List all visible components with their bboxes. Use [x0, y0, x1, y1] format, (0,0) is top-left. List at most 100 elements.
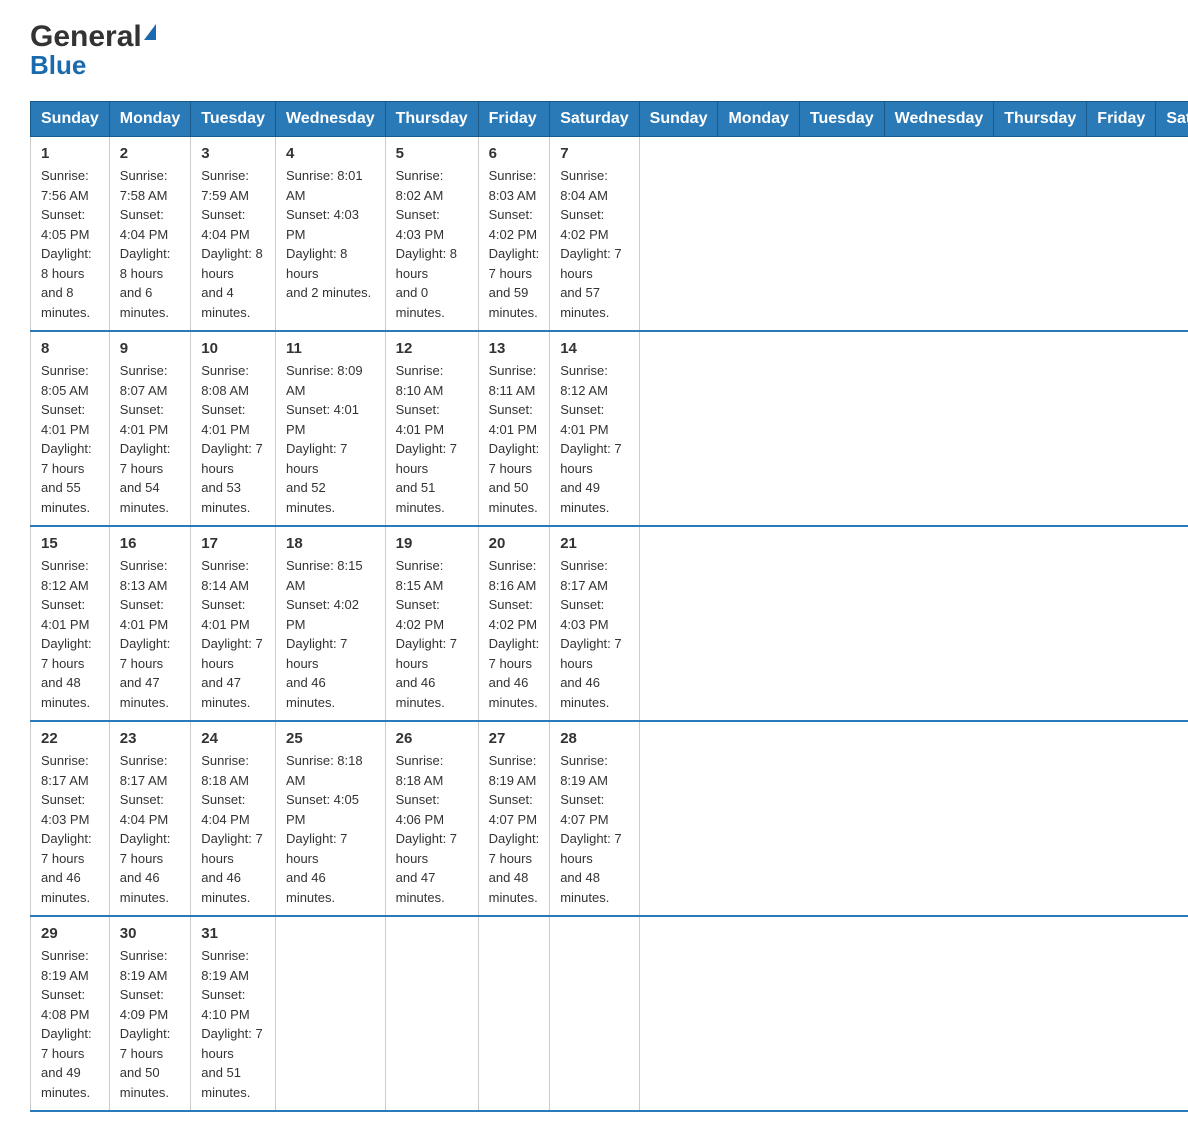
calendar-week-row: 29 Sunrise: 8:19 AMSunset: 4:08 PMDaylig…: [31, 916, 1188, 1111]
calendar-cell: 13 Sunrise: 8:11 AMSunset: 4:01 PMDaylig…: [478, 331, 550, 526]
day-info: Sunrise: 8:11 AMSunset: 4:01 PMDaylight:…: [489, 361, 540, 517]
calendar-week-row: 1 Sunrise: 7:56 AMSunset: 4:05 PMDayligh…: [31, 137, 1188, 332]
day-info: Sunrise: 7:58 AMSunset: 4:04 PMDaylight:…: [120, 166, 180, 322]
logo-blue-text: Blue: [30, 50, 86, 81]
day-info: Sunrise: 8:04 AMSunset: 4:02 PMDaylight:…: [560, 166, 628, 322]
day-info: Sunrise: 8:19 AMSunset: 4:10 PMDaylight:…: [201, 946, 265, 1102]
calendar-cell: 31 Sunrise: 8:19 AMSunset: 4:10 PMDaylig…: [191, 916, 276, 1111]
day-number: 12: [396, 340, 468, 357]
day-info: Sunrise: 8:03 AMSunset: 4:02 PMDaylight:…: [489, 166, 540, 322]
day-info: Sunrise: 8:12 AMSunset: 4:01 PMDaylight:…: [560, 361, 628, 517]
day-info: Sunrise: 7:56 AMSunset: 4:05 PMDaylight:…: [41, 166, 99, 322]
day-number: 15: [41, 535, 99, 552]
calendar-cell: 6 Sunrise: 8:03 AMSunset: 4:02 PMDayligh…: [478, 137, 550, 332]
page-header: General Blue: [30, 20, 1158, 81]
header-monday: Monday: [109, 102, 190, 137]
calendar-cell: 26 Sunrise: 8:18 AMSunset: 4:06 PMDaylig…: [385, 721, 478, 916]
calendar-week-row: 22 Sunrise: 8:17 AMSunset: 4:03 PMDaylig…: [31, 721, 1188, 916]
calendar-cell: 12 Sunrise: 8:10 AMSunset: 4:01 PMDaylig…: [385, 331, 478, 526]
calendar-cell: 7 Sunrise: 8:04 AMSunset: 4:02 PMDayligh…: [550, 137, 639, 332]
day-info: Sunrise: 8:15 AMSunset: 4:02 PMDaylight:…: [286, 556, 375, 712]
day-number: 17: [201, 535, 265, 552]
day-number: 14: [560, 340, 628, 357]
day-info: Sunrise: 8:10 AMSunset: 4:01 PMDaylight:…: [396, 361, 468, 517]
day-number: 7: [560, 145, 628, 162]
day-info: Sunrise: 8:05 AMSunset: 4:01 PMDaylight:…: [41, 361, 99, 517]
calendar-cell: 17 Sunrise: 8:14 AMSunset: 4:01 PMDaylig…: [191, 526, 276, 721]
day-number: 20: [489, 535, 540, 552]
day-number: 8: [41, 340, 99, 357]
day-number: 29: [41, 925, 99, 942]
calendar-cell: 21 Sunrise: 8:17 AMSunset: 4:03 PMDaylig…: [550, 526, 639, 721]
day-info: Sunrise: 8:18 AMSunset: 4:05 PMDaylight:…: [286, 751, 375, 907]
day-number: 10: [201, 340, 265, 357]
calendar-cell: 3 Sunrise: 7:59 AMSunset: 4:04 PMDayligh…: [191, 137, 276, 332]
day-info: Sunrise: 8:19 AMSunset: 4:07 PMDaylight:…: [560, 751, 628, 907]
day-info: Sunrise: 8:13 AMSunset: 4:01 PMDaylight:…: [120, 556, 180, 712]
day-info: Sunrise: 8:14 AMSunset: 4:01 PMDaylight:…: [201, 556, 265, 712]
day-info: Sunrise: 8:16 AMSunset: 4:02 PMDaylight:…: [489, 556, 540, 712]
calendar-cell: 14 Sunrise: 8:12 AMSunset: 4:01 PMDaylig…: [550, 331, 639, 526]
day-info: Sunrise: 8:19 AMSunset: 4:08 PMDaylight:…: [41, 946, 99, 1102]
day-number: 5: [396, 145, 468, 162]
calendar-table: SundayMondayTuesdayWednesdayThursdayFrid…: [30, 101, 1188, 1112]
calendar-cell: [275, 916, 385, 1111]
header-friday: Friday: [1087, 102, 1156, 137]
day-number: 28: [560, 730, 628, 747]
day-number: 2: [120, 145, 180, 162]
calendar-cell: 11 Sunrise: 8:09 AMSunset: 4:01 PMDaylig…: [275, 331, 385, 526]
day-number: 1: [41, 145, 99, 162]
day-number: 27: [489, 730, 540, 747]
logo-general-text: General: [30, 20, 156, 54]
day-info: Sunrise: 7:59 AMSunset: 4:04 PMDaylight:…: [201, 166, 265, 322]
day-info: Sunrise: 8:17 AMSunset: 4:03 PMDaylight:…: [41, 751, 99, 907]
calendar-cell: 2 Sunrise: 7:58 AMSunset: 4:04 PMDayligh…: [109, 137, 190, 332]
day-number: 3: [201, 145, 265, 162]
calendar-week-row: 15 Sunrise: 8:12 AMSunset: 4:01 PMDaylig…: [31, 526, 1188, 721]
day-info: Sunrise: 8:09 AMSunset: 4:01 PMDaylight:…: [286, 361, 375, 517]
day-info: Sunrise: 8:19 AMSunset: 4:09 PMDaylight:…: [120, 946, 180, 1102]
header-saturday: Saturday: [1156, 102, 1188, 137]
day-number: 21: [560, 535, 628, 552]
calendar-cell: 9 Sunrise: 8:07 AMSunset: 4:01 PMDayligh…: [109, 331, 190, 526]
calendar-cell: 29 Sunrise: 8:19 AMSunset: 4:08 PMDaylig…: [31, 916, 110, 1111]
header-sunday: Sunday: [31, 102, 110, 137]
header-tuesday: Tuesday: [799, 102, 884, 137]
day-number: 31: [201, 925, 265, 942]
day-info: Sunrise: 8:17 AMSunset: 4:04 PMDaylight:…: [120, 751, 180, 907]
day-number: 18: [286, 535, 375, 552]
day-info: Sunrise: 8:02 AMSunset: 4:03 PMDaylight:…: [396, 166, 468, 322]
header-thursday: Thursday: [994, 102, 1087, 137]
day-number: 6: [489, 145, 540, 162]
calendar-cell: 30 Sunrise: 8:19 AMSunset: 4:09 PMDaylig…: [109, 916, 190, 1111]
header-thursday: Thursday: [385, 102, 478, 137]
calendar-cell: 28 Sunrise: 8:19 AMSunset: 4:07 PMDaylig…: [550, 721, 639, 916]
calendar-cell: 8 Sunrise: 8:05 AMSunset: 4:01 PMDayligh…: [31, 331, 110, 526]
calendar-cell: 15 Sunrise: 8:12 AMSunset: 4:01 PMDaylig…: [31, 526, 110, 721]
day-number: 16: [120, 535, 180, 552]
day-number: 25: [286, 730, 375, 747]
calendar-cell: 5 Sunrise: 8:02 AMSunset: 4:03 PMDayligh…: [385, 137, 478, 332]
day-info: Sunrise: 8:01 AMSunset: 4:03 PMDaylight:…: [286, 166, 375, 303]
day-info: Sunrise: 8:17 AMSunset: 4:03 PMDaylight:…: [560, 556, 628, 712]
calendar-cell: [478, 916, 550, 1111]
header-saturday: Saturday: [550, 102, 639, 137]
day-info: Sunrise: 8:12 AMSunset: 4:01 PMDaylight:…: [41, 556, 99, 712]
calendar-cell: 27 Sunrise: 8:19 AMSunset: 4:07 PMDaylig…: [478, 721, 550, 916]
day-number: 11: [286, 340, 375, 357]
header-wednesday: Wednesday: [884, 102, 994, 137]
calendar-cell: 23 Sunrise: 8:17 AMSunset: 4:04 PMDaylig…: [109, 721, 190, 916]
day-info: Sunrise: 8:18 AMSunset: 4:04 PMDaylight:…: [201, 751, 265, 907]
logo: General Blue: [30, 20, 156, 81]
calendar-cell: [385, 916, 478, 1111]
calendar-cell: 22 Sunrise: 8:17 AMSunset: 4:03 PMDaylig…: [31, 721, 110, 916]
calendar-cell: 10 Sunrise: 8:08 AMSunset: 4:01 PMDaylig…: [191, 331, 276, 526]
day-number: 22: [41, 730, 99, 747]
day-number: 24: [201, 730, 265, 747]
calendar-week-row: 8 Sunrise: 8:05 AMSunset: 4:01 PMDayligh…: [31, 331, 1188, 526]
calendar-cell: 25 Sunrise: 8:18 AMSunset: 4:05 PMDaylig…: [275, 721, 385, 916]
calendar-cell: 16 Sunrise: 8:13 AMSunset: 4:01 PMDaylig…: [109, 526, 190, 721]
calendar-cell: 24 Sunrise: 8:18 AMSunset: 4:04 PMDaylig…: [191, 721, 276, 916]
day-info: Sunrise: 8:15 AMSunset: 4:02 PMDaylight:…: [396, 556, 468, 712]
calendar-cell: 19 Sunrise: 8:15 AMSunset: 4:02 PMDaylig…: [385, 526, 478, 721]
